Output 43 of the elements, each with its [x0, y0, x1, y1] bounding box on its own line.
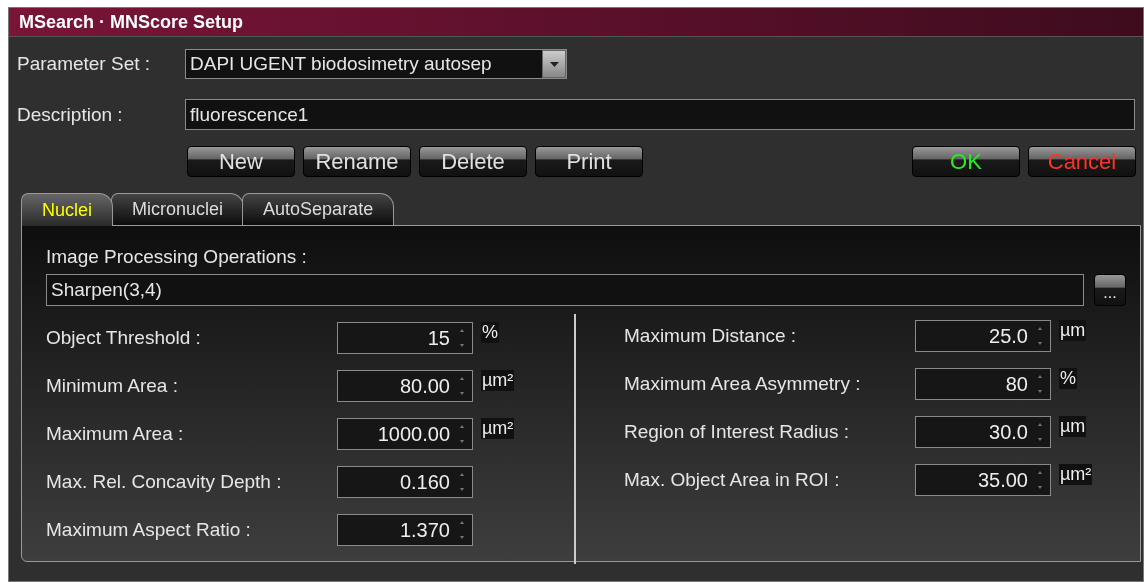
window-title: MSearch · MNScore Setup — [9, 8, 1143, 37]
field-label: Maximum Aspect Ratio : — [46, 519, 252, 541]
tab[interactable]: Nuclei — [21, 193, 114, 226]
dropdown-caret-icon[interactable] — [549, 61, 559, 67]
tab[interactable]: AutoSeparate — [242, 193, 395, 225]
action-button[interactable]: Print — [535, 146, 643, 177]
image-processing-field[interactable]: Sharpen(3,4) — [46, 274, 1084, 306]
field-label: Maximum Area : — [46, 423, 185, 445]
browse-button[interactable]: ... — [1094, 274, 1126, 306]
unit-label: µm — [1059, 416, 1087, 437]
spin-field[interactable]: 1000.00 — [337, 418, 473, 450]
field-label: Description : — [17, 103, 124, 126]
field-label: Max. Rel. Concavity Depth : — [46, 471, 283, 493]
spin-field[interactable]: 80.00 — [337, 370, 473, 402]
spin-field[interactable]: 25.0 — [915, 320, 1051, 352]
unit-label: % — [1059, 368, 1077, 389]
ok-button[interactable]: OK — [912, 146, 1020, 177]
action-button[interactable]: Rename — [303, 146, 411, 177]
field-label: Parameter Set : — [17, 53, 152, 75]
action-button[interactable]: New — [187, 146, 295, 177]
spin-field[interactable]: 35.00 — [915, 464, 1051, 496]
parameter-set-dropdown[interactable]: DAPI UGENT biodosimetry autosep — [185, 49, 567, 79]
unit-label: µm — [1059, 320, 1087, 341]
field-label: Region of Interest Radius : — [624, 421, 850, 443]
unit-label: % — [481, 322, 499, 343]
unit-label: µm² — [481, 370, 515, 391]
unit-label: µm² — [1059, 464, 1093, 485]
spin-field[interactable]: 80 — [915, 368, 1051, 400]
field-label: Maximum Distance : — [624, 325, 798, 347]
field-label: Max. Object Area in ROI : — [624, 469, 841, 491]
spin-field[interactable]: 15 — [337, 322, 473, 354]
field-label: Maximum Area Asymmetry : — [624, 373, 862, 395]
field-label: Minimum Area : — [46, 375, 179, 397]
spin-field[interactable]: 30.0 — [915, 416, 1051, 448]
field-label: Image Processing Operations : — [46, 246, 308, 268]
action-button[interactable]: Delete — [419, 146, 527, 177]
unit-label: µm² — [481, 418, 515, 439]
tab[interactable]: Micronuclei — [111, 193, 245, 225]
spin-field[interactable]: 1.370 — [337, 514, 473, 546]
field-label: Object Threshold : — [46, 327, 202, 349]
cancel-button[interactable]: Cancel — [1028, 146, 1136, 177]
description-field[interactable]: fluorescence1 — [185, 99, 1135, 130]
spin-field[interactable]: 0.160 — [337, 466, 473, 498]
